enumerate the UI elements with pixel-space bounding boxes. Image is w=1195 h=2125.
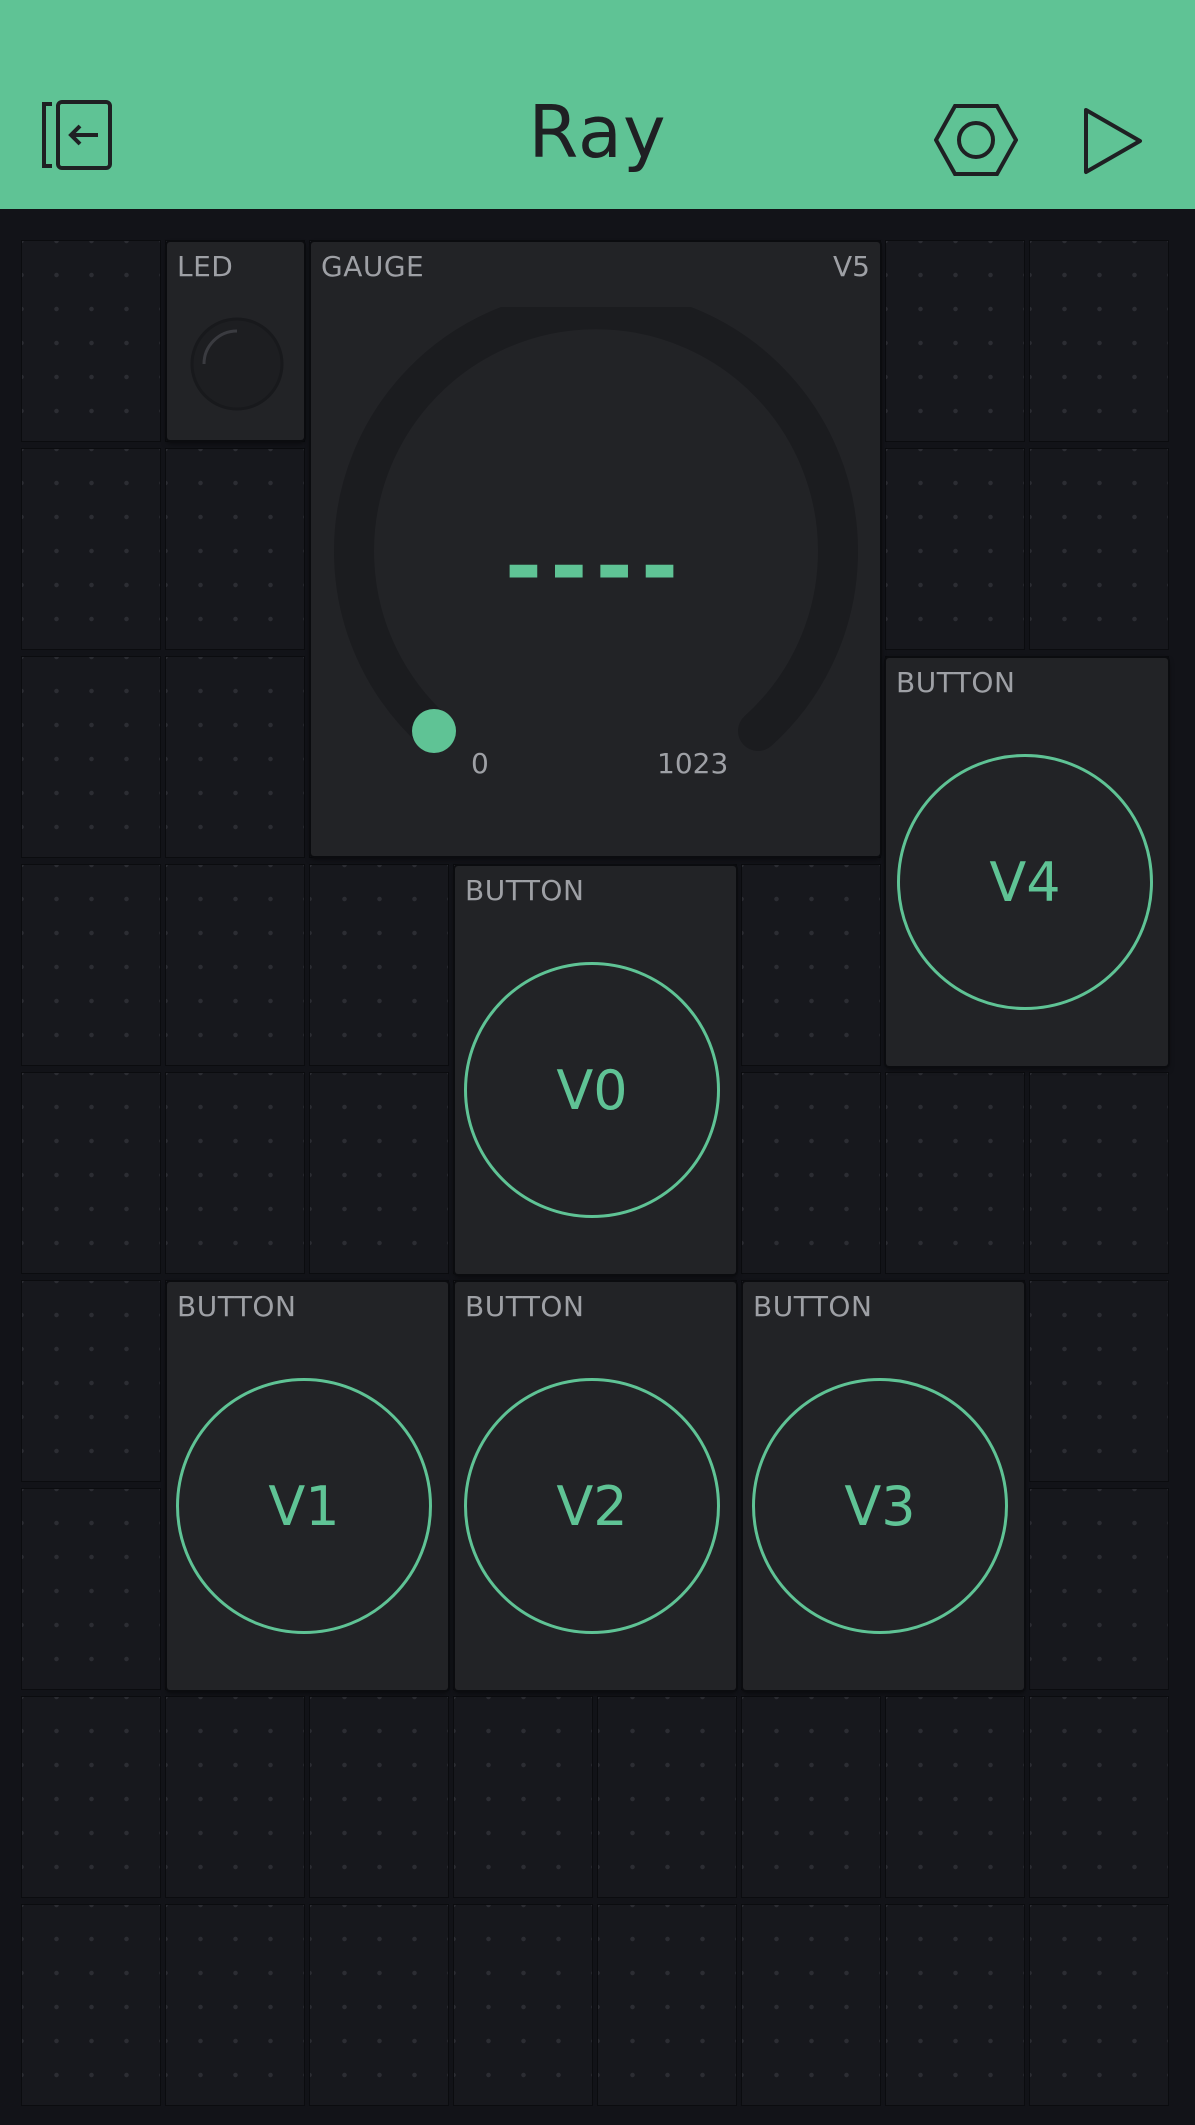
grid-cell bbox=[21, 240, 161, 442]
gauge-widget[interactable]: GAUGE V5 ---- 0 1023 bbox=[311, 242, 880, 856]
button-v0[interactable]: V0 bbox=[464, 962, 720, 1218]
grid-cell bbox=[309, 1072, 449, 1274]
grid-cell bbox=[21, 656, 161, 858]
app-header: Ray bbox=[0, 0, 1195, 209]
grid-cell bbox=[165, 1696, 305, 1898]
grid-cell bbox=[885, 1072, 1025, 1274]
button-v4[interactable]: V4 bbox=[897, 754, 1153, 1010]
grid-cell bbox=[1029, 1072, 1169, 1274]
grid-cell bbox=[453, 1696, 593, 1898]
widget-label: BUTTON bbox=[465, 874, 585, 907]
widget-label: BUTTON bbox=[465, 1290, 585, 1323]
play-icon[interactable] bbox=[1082, 106, 1146, 180]
grid-cell bbox=[597, 1696, 737, 1898]
grid-cell bbox=[1029, 1488, 1169, 1690]
grid-cell bbox=[1029, 448, 1169, 650]
grid-cell bbox=[309, 1696, 449, 1898]
led-widget[interactable]: LED bbox=[167, 242, 304, 440]
grid-cell bbox=[165, 1072, 305, 1274]
button-v1[interactable]: V1 bbox=[176, 1378, 432, 1634]
button-widget-v1: BUTTON V1 bbox=[167, 1282, 448, 1690]
grid-cell bbox=[165, 656, 305, 858]
grid-cell bbox=[1029, 240, 1169, 442]
grid-cell bbox=[741, 1696, 881, 1898]
grid-cell bbox=[453, 1904, 593, 2106]
widget-label: BUTTON bbox=[177, 1290, 297, 1323]
button-widget-v0: BUTTON V0 bbox=[455, 866, 736, 1274]
widget-pin: V5 bbox=[833, 250, 870, 283]
grid-cell bbox=[885, 448, 1025, 650]
grid-cell bbox=[885, 1904, 1025, 2106]
gauge-max-label: 1023 bbox=[657, 747, 729, 780]
grid-cell bbox=[597, 1904, 737, 2106]
led-icon bbox=[190, 317, 284, 411]
grid-cell bbox=[885, 240, 1025, 442]
grid-cell bbox=[309, 1904, 449, 2106]
grid-cell bbox=[1029, 1696, 1169, 1898]
grid-cell bbox=[165, 1904, 305, 2106]
button-widget-v3: BUTTON V3 bbox=[743, 1282, 1024, 1690]
button-v2[interactable]: V2 bbox=[464, 1378, 720, 1634]
button-widget-v2: BUTTON V2 bbox=[455, 1282, 736, 1690]
widget-label: BUTTON bbox=[896, 666, 1016, 699]
grid-cell bbox=[21, 1904, 161, 2106]
grid-cell bbox=[309, 864, 449, 1066]
grid-cell bbox=[741, 1904, 881, 2106]
grid-cell bbox=[21, 1488, 161, 1690]
widget-label: GAUGE bbox=[321, 250, 425, 283]
grid-cell bbox=[741, 1072, 881, 1274]
grid-cell bbox=[1029, 1904, 1169, 2106]
gauge-min-label: 0 bbox=[471, 747, 489, 780]
gauge-value: ---- bbox=[504, 514, 687, 619]
widget-label: BUTTON bbox=[753, 1290, 873, 1323]
grid-cell bbox=[165, 864, 305, 1066]
grid-cell bbox=[741, 864, 881, 1066]
grid-cell bbox=[165, 448, 305, 650]
grid-cell bbox=[885, 1696, 1025, 1898]
button-widget-v4: BUTTON V4 bbox=[886, 658, 1168, 1066]
grid-cell bbox=[21, 1280, 161, 1482]
grid-cell bbox=[21, 864, 161, 1066]
grid-cell bbox=[21, 448, 161, 650]
grid-cell bbox=[21, 1072, 161, 1274]
grid-cell bbox=[1029, 1280, 1169, 1482]
settings-hexagon-icon[interactable] bbox=[933, 102, 1019, 182]
grid-cell bbox=[21, 1696, 161, 1898]
widget-label: LED bbox=[177, 250, 234, 283]
button-v3[interactable]: V3 bbox=[752, 1378, 1008, 1634]
